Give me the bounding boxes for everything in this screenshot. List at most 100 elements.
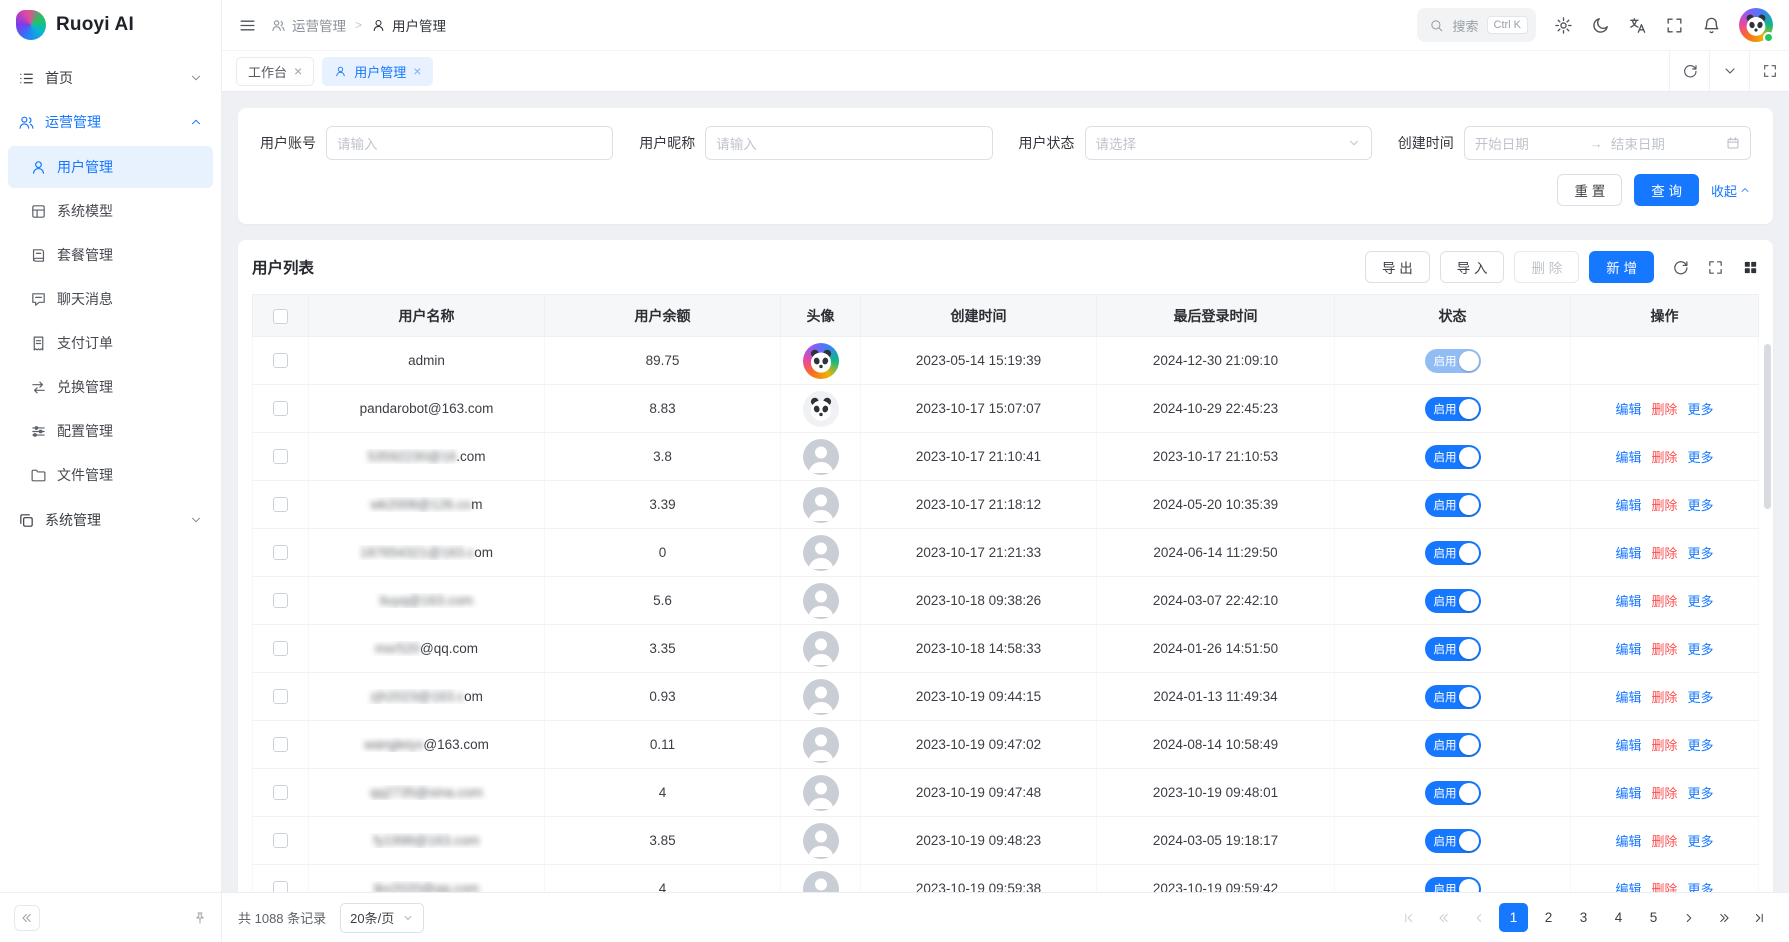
more-link[interactable]: 更多 bbox=[1688, 735, 1714, 754]
content-fullscreen-button[interactable] bbox=[1749, 51, 1789, 91]
row-checkbox[interactable] bbox=[273, 401, 288, 416]
user-avatar[interactable] bbox=[1739, 8, 1773, 42]
more-link[interactable]: 更多 bbox=[1688, 543, 1714, 562]
delete-link[interactable]: 删除 bbox=[1651, 591, 1677, 610]
sidebar-item[interactable]: 配置管理 bbox=[8, 410, 213, 452]
status-switch[interactable]: 启用 bbox=[1425, 877, 1481, 893]
settings-gear-icon[interactable] bbox=[1554, 16, 1573, 35]
global-search[interactable]: 搜索 Ctrl K bbox=[1417, 8, 1536, 42]
select-all-checkbox[interactable] bbox=[273, 309, 288, 324]
collapse-sidebar-button[interactable] bbox=[14, 905, 40, 931]
edit-link[interactable]: 编辑 bbox=[1615, 447, 1641, 466]
edit-link[interactable]: 编辑 bbox=[1615, 687, 1641, 706]
jump-next-button[interactable] bbox=[1709, 903, 1738, 932]
tab-options-button[interactable] bbox=[1709, 51, 1749, 91]
row-checkbox[interactable] bbox=[273, 737, 288, 752]
user-nickname-input[interactable]: 请输入 bbox=[705, 126, 992, 160]
delete-link[interactable]: 删除 bbox=[1651, 639, 1677, 658]
edit-link[interactable]: 编辑 bbox=[1615, 399, 1641, 418]
status-switch[interactable]: 启用 bbox=[1425, 685, 1481, 709]
status-switch[interactable]: 启用 bbox=[1425, 445, 1481, 469]
sidebar-item[interactable]: 兑换管理 bbox=[8, 366, 213, 408]
row-checkbox[interactable] bbox=[273, 353, 288, 368]
dark-mode-moon-icon[interactable] bbox=[1591, 16, 1610, 35]
more-link[interactable]: 更多 bbox=[1688, 879, 1714, 892]
sidebar-group[interactable]: 运营管理 bbox=[8, 100, 213, 144]
tab[interactable]: 用户管理× bbox=[322, 57, 433, 86]
more-link[interactable]: 更多 bbox=[1688, 639, 1714, 658]
column-settings-icon[interactable] bbox=[1742, 259, 1759, 276]
last-page-button[interactable] bbox=[1744, 903, 1773, 932]
sidebar-item[interactable]: 用户管理 bbox=[8, 146, 213, 188]
more-link[interactable]: 更多 bbox=[1688, 783, 1714, 802]
sidebar-item[interactable]: 文件管理 bbox=[8, 454, 213, 496]
row-checkbox[interactable] bbox=[273, 497, 288, 512]
import-button[interactable]: 导 入 bbox=[1440, 251, 1505, 283]
edit-link[interactable]: 编辑 bbox=[1615, 591, 1641, 610]
status-switch[interactable]: 启用 bbox=[1425, 397, 1481, 421]
status-switch[interactable]: 启用 bbox=[1425, 493, 1481, 517]
status-switch[interactable]: 启用 bbox=[1425, 589, 1481, 613]
row-checkbox[interactable] bbox=[273, 881, 288, 892]
refresh-page-button[interactable] bbox=[1669, 51, 1709, 91]
row-checkbox[interactable] bbox=[273, 449, 288, 464]
more-link[interactable]: 更多 bbox=[1688, 591, 1714, 610]
user-account-input[interactable]: 请输入 bbox=[326, 126, 613, 160]
delete-link[interactable]: 删除 bbox=[1651, 543, 1677, 562]
refresh-table-icon[interactable] bbox=[1672, 259, 1689, 276]
add-button[interactable]: 新 增 bbox=[1589, 251, 1654, 283]
vertical-scrollbar[interactable] bbox=[1764, 344, 1771, 509]
sidebar-item[interactable]: 支付订单 bbox=[8, 322, 213, 364]
delete-link[interactable]: 删除 bbox=[1651, 831, 1677, 850]
first-page-button[interactable] bbox=[1394, 903, 1423, 932]
delete-link[interactable]: 删除 bbox=[1651, 879, 1677, 892]
create-time-range-input[interactable]: 开始日期→结束日期 bbox=[1464, 126, 1751, 160]
sidebar-group[interactable]: 系统管理 bbox=[8, 498, 213, 542]
sidebar-item[interactable]: 聊天消息 bbox=[8, 278, 213, 320]
more-link[interactable]: 更多 bbox=[1688, 495, 1714, 514]
hamburger-menu-icon[interactable] bbox=[238, 16, 257, 35]
delete-link[interactable]: 删除 bbox=[1651, 447, 1677, 466]
status-switch[interactable]: 启用 bbox=[1425, 541, 1481, 565]
page-number-1[interactable]: 1 bbox=[1499, 903, 1528, 932]
breadcrumb-item[interactable]: 运营管理 bbox=[271, 15, 346, 35]
edit-link[interactable]: 编辑 bbox=[1615, 783, 1641, 802]
row-checkbox[interactable] bbox=[273, 689, 288, 704]
row-checkbox[interactable] bbox=[273, 641, 288, 656]
row-checkbox[interactable] bbox=[273, 785, 288, 800]
sidebar-item[interactable]: 系统模型 bbox=[8, 190, 213, 232]
more-link[interactable]: 更多 bbox=[1688, 399, 1714, 418]
page-number-2[interactable]: 2 bbox=[1534, 903, 1563, 932]
pin-sidebar-button[interactable] bbox=[193, 911, 207, 925]
row-checkbox[interactable] bbox=[273, 833, 288, 848]
table-fullscreen-icon[interactable] bbox=[1707, 259, 1724, 276]
page-number-4[interactable]: 4 bbox=[1604, 903, 1633, 932]
language-translate-icon[interactable] bbox=[1628, 16, 1647, 35]
sidebar-group[interactable]: 首页 bbox=[8, 56, 213, 100]
delete-button[interactable]: 删 除 bbox=[1514, 251, 1579, 283]
page-number-3[interactable]: 3 bbox=[1569, 903, 1598, 932]
jump-prev-button[interactable] bbox=[1429, 903, 1458, 932]
fullscreen-icon[interactable] bbox=[1665, 16, 1684, 35]
breadcrumb-item[interactable]: 用户管理 bbox=[371, 15, 446, 35]
export-button[interactable]: 导 出 bbox=[1365, 251, 1430, 283]
more-link[interactable]: 更多 bbox=[1688, 831, 1714, 850]
next-page-button[interactable] bbox=[1674, 903, 1703, 932]
delete-link[interactable]: 删除 bbox=[1651, 783, 1677, 802]
notifications-bell-icon[interactable] bbox=[1702, 16, 1721, 35]
tab[interactable]: 工作台× bbox=[236, 57, 314, 86]
delete-link[interactable]: 删除 bbox=[1651, 735, 1677, 754]
page-number-5[interactable]: 5 bbox=[1639, 903, 1668, 932]
edit-link[interactable]: 编辑 bbox=[1615, 495, 1641, 514]
tab-close-icon[interactable]: × bbox=[413, 64, 421, 78]
delete-link[interactable]: 删除 bbox=[1651, 399, 1677, 418]
page-size-select[interactable]: 20条/页 bbox=[340, 903, 424, 933]
edit-link[interactable]: 编辑 bbox=[1615, 831, 1641, 850]
row-checkbox[interactable] bbox=[273, 545, 288, 560]
edit-link[interactable]: 编辑 bbox=[1615, 879, 1641, 892]
collapse-filters-link[interactable]: 收起 bbox=[1711, 181, 1751, 200]
prev-page-button[interactable] bbox=[1464, 903, 1493, 932]
query-button[interactable]: 查 询 bbox=[1634, 174, 1699, 206]
tab-close-icon[interactable]: × bbox=[294, 64, 302, 78]
status-switch[interactable]: 启用 bbox=[1425, 349, 1481, 373]
